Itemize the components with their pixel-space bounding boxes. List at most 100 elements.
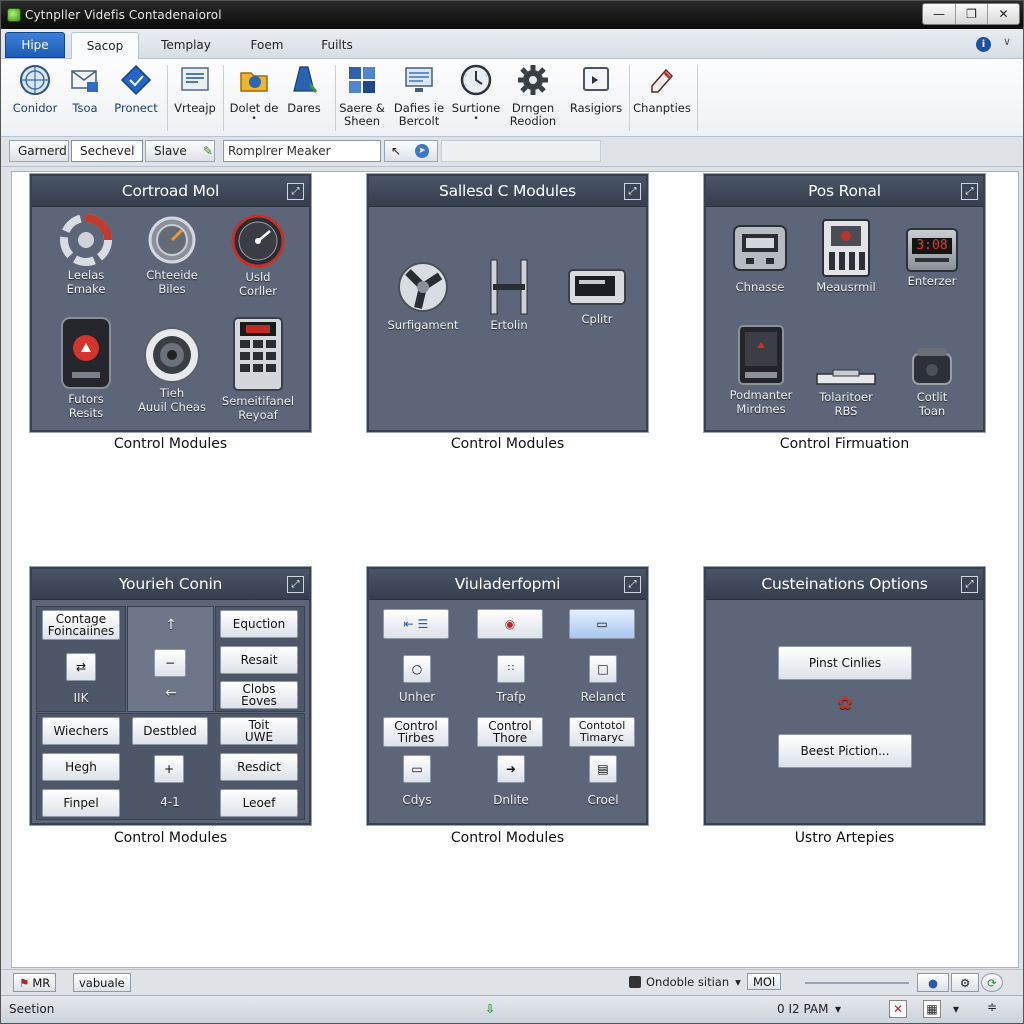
- equction-button[interactable]: Equction: [220, 610, 298, 638]
- module-label: Cotlit Toan: [916, 390, 948, 418]
- module-item[interactable]: Cotlit Toan: [896, 344, 968, 418]
- close-small-icon[interactable]: ✕: [889, 1000, 907, 1018]
- garnerd-button[interactable]: Garnerd: [9, 140, 69, 162]
- toit-button[interactable]: Toit UWE: [220, 717, 298, 745]
- up-arrow-icon[interactable]: ↑: [156, 617, 186, 633]
- ribbon-button-chanpties[interactable]: Chanpties: [631, 63, 693, 115]
- pinst-cinlies-button[interactable]: Pinst Cinlies: [778, 646, 912, 680]
- screen-button[interactable]: ▭: [569, 609, 635, 639]
- mol-button[interactable]: MOl: [747, 973, 782, 990]
- tab-foem[interactable]: Foem: [237, 32, 297, 58]
- module-item[interactable]: Cplitr: [557, 266, 637, 327]
- grid-icon: [345, 63, 379, 97]
- swap-button[interactable]: ⇄: [66, 653, 96, 681]
- mode-dropdown[interactable]: Ondoble sitian ▾: [629, 975, 741, 989]
- ribbon-button-saere-sheen[interactable]: Saere & Sheen: [335, 63, 389, 128]
- panel-maximize-icon[interactable]: ⤢: [287, 183, 304, 200]
- ribbon-button-rasigiors[interactable]: Rasigiors: [565, 63, 627, 115]
- wiechers-button[interactable]: Wiechers: [42, 717, 120, 745]
- zoom-slider[interactable]: [805, 982, 909, 984]
- ribbon-button-tsoa[interactable]: Tsoa: [59, 63, 111, 115]
- ribbon-collapse-icon[interactable]: ∨: [1003, 35, 1011, 48]
- panel-maximize-icon[interactable]: ⤢: [961, 576, 978, 593]
- tab-file[interactable]: Hipe: [5, 32, 65, 58]
- module-item[interactable]: Tieh Auuil Cheas: [132, 326, 212, 414]
- vabuale-button[interactable]: vabuale: [73, 973, 131, 992]
- down-arrow-icon[interactable]: ⇩: [485, 1002, 495, 1016]
- beest-piction-button[interactable]: Beest Piction...: [778, 734, 912, 768]
- resait-button[interactable]: Resait: [220, 646, 298, 674]
- slave-dropdown[interactable]: Slave ✎: [145, 140, 215, 162]
- record-button[interactable]: ◉: [477, 609, 543, 639]
- panel-maximize-icon[interactable]: ⤢: [624, 183, 641, 200]
- ribbon-button-dafies-ie-bercolt[interactable]: Dafies ie Bercolt: [389, 63, 449, 128]
- panel-maximize-icon[interactable]: ⤢: [961, 183, 978, 200]
- contotol-timaryc-button[interactable]: Contotol Timaryc: [569, 717, 635, 747]
- module-item[interactable]: Semeitifanel Reyoaf: [214, 316, 302, 422]
- ribbon-button-drngen-reodion[interactable]: Drngen Reodion: [505, 63, 561, 128]
- list-view-button[interactable]: ⇤ ☰: [383, 609, 449, 639]
- resdict-button[interactable]: Resdict: [220, 753, 298, 781]
- ribbon-button-dolet-de[interactable]: Dolet de •: [227, 63, 281, 124]
- contage-button[interactable]: Contage Foincaiines: [42, 610, 120, 640]
- module-item[interactable]: Meausrmil: [806, 218, 886, 295]
- hegh-button[interactable]: Hegh: [42, 753, 120, 781]
- title-bar: Cytnpller Videfis Contadenaiorol — ❐ ✕: [1, 1, 1023, 29]
- module-label: Tolaritoer RBS: [819, 390, 873, 418]
- control-thore-button[interactable]: Control Thore: [477, 717, 543, 747]
- panel-maximize-icon[interactable]: ⤢: [287, 576, 304, 593]
- circle-button[interactable]: ○: [403, 655, 431, 683]
- box-button[interactable]: □: [589, 655, 617, 683]
- ribbon-label: Saere & Sheen: [339, 101, 385, 128]
- module-item[interactable]: Podmanter Mirdmes: [720, 324, 802, 416]
- mr-badge[interactable]: ⚑ MR: [13, 973, 57, 992]
- window-small-icon[interactable]: ▦: [923, 1000, 941, 1018]
- ribbon-button-vrteajp[interactable]: Vrteajp: [169, 63, 221, 115]
- module-item[interactable]: 3:08 Enterzer: [892, 228, 972, 289]
- add-button[interactable]: +: [154, 755, 184, 783]
- forward-button[interactable]: ➜: [497, 755, 525, 783]
- settings-button[interactable]: ⚙: [951, 973, 979, 992]
- clobs-button[interactable]: Clobs Eoves: [220, 681, 298, 709]
- sechevel-button[interactable]: Sechevel: [71, 140, 143, 162]
- module-item[interactable]: Chteeide Biles: [136, 214, 208, 296]
- finpel-button[interactable]: Finpel: [42, 789, 120, 817]
- search-input[interactable]: Romplrer Meaker: [223, 140, 381, 162]
- restore-button[interactable]: ❐: [955, 4, 987, 24]
- tab-fuilts[interactable]: Fuilts: [309, 32, 365, 58]
- tray-dropdown-icon[interactable]: ▾: [953, 1002, 959, 1016]
- minus-button[interactable]: −: [154, 649, 186, 677]
- module-item[interactable]: Surfigament: [383, 258, 463, 333]
- globe-button[interactable]: ●: [917, 973, 949, 992]
- close-button[interactable]: ✕: [987, 4, 1019, 24]
- module-item[interactable]: Futors Resits: [48, 316, 124, 420]
- globe-icon: ●: [927, 975, 939, 990]
- module-item[interactable]: Tolaritoer RBS: [806, 368, 886, 418]
- refresh-button[interactable]: ⟳: [981, 973, 1003, 992]
- leoef-button[interactable]: Leoef: [220, 789, 298, 817]
- module-item[interactable]: Usld Corller: [220, 214, 296, 298]
- ribbon-button-surtione[interactable]: Surtione •: [447, 63, 505, 124]
- ribbon-button-pronect[interactable]: Pronect: [109, 63, 163, 115]
- left-arrow-icon[interactable]: ←: [156, 685, 186, 701]
- time-dropdown-icon[interactable]: ▾: [835, 1002, 841, 1016]
- control-tirbes-button[interactable]: Control Tirbes: [383, 717, 449, 747]
- content-area: Cortroad Mol ⤢ Leelas Emake Chteeide Bil…: [11, 171, 1019, 968]
- help-icon[interactable]: i: [976, 37, 991, 52]
- module-item[interactable]: Chnasse: [722, 222, 798, 295]
- minimize-button[interactable]: —: [923, 4, 955, 24]
- ribbon-button-conidor[interactable]: Conidor: [7, 63, 63, 115]
- module-item[interactable]: Ertolin: [473, 258, 545, 333]
- menu-button[interactable]: ▤: [589, 755, 617, 783]
- search-buttons[interactable]: ↖ ➤: [384, 140, 438, 162]
- tab-sacop[interactable]: Sacop: [71, 32, 139, 59]
- dots-button[interactable]: ∷: [497, 655, 525, 683]
- pencil-icon: [645, 63, 679, 97]
- panel-maximize-icon[interactable]: ⤢: [624, 576, 641, 593]
- destbled-button[interactable]: Destbled: [132, 717, 208, 745]
- tab-templay[interactable]: Templay: [149, 32, 223, 58]
- ribbon-button-dares[interactable]: Dares: [277, 63, 331, 115]
- toolbar-empty-field[interactable]: [441, 140, 601, 162]
- module-item[interactable]: Leelas Emake: [50, 214, 122, 296]
- copy-button[interactable]: ▭: [403, 755, 431, 783]
